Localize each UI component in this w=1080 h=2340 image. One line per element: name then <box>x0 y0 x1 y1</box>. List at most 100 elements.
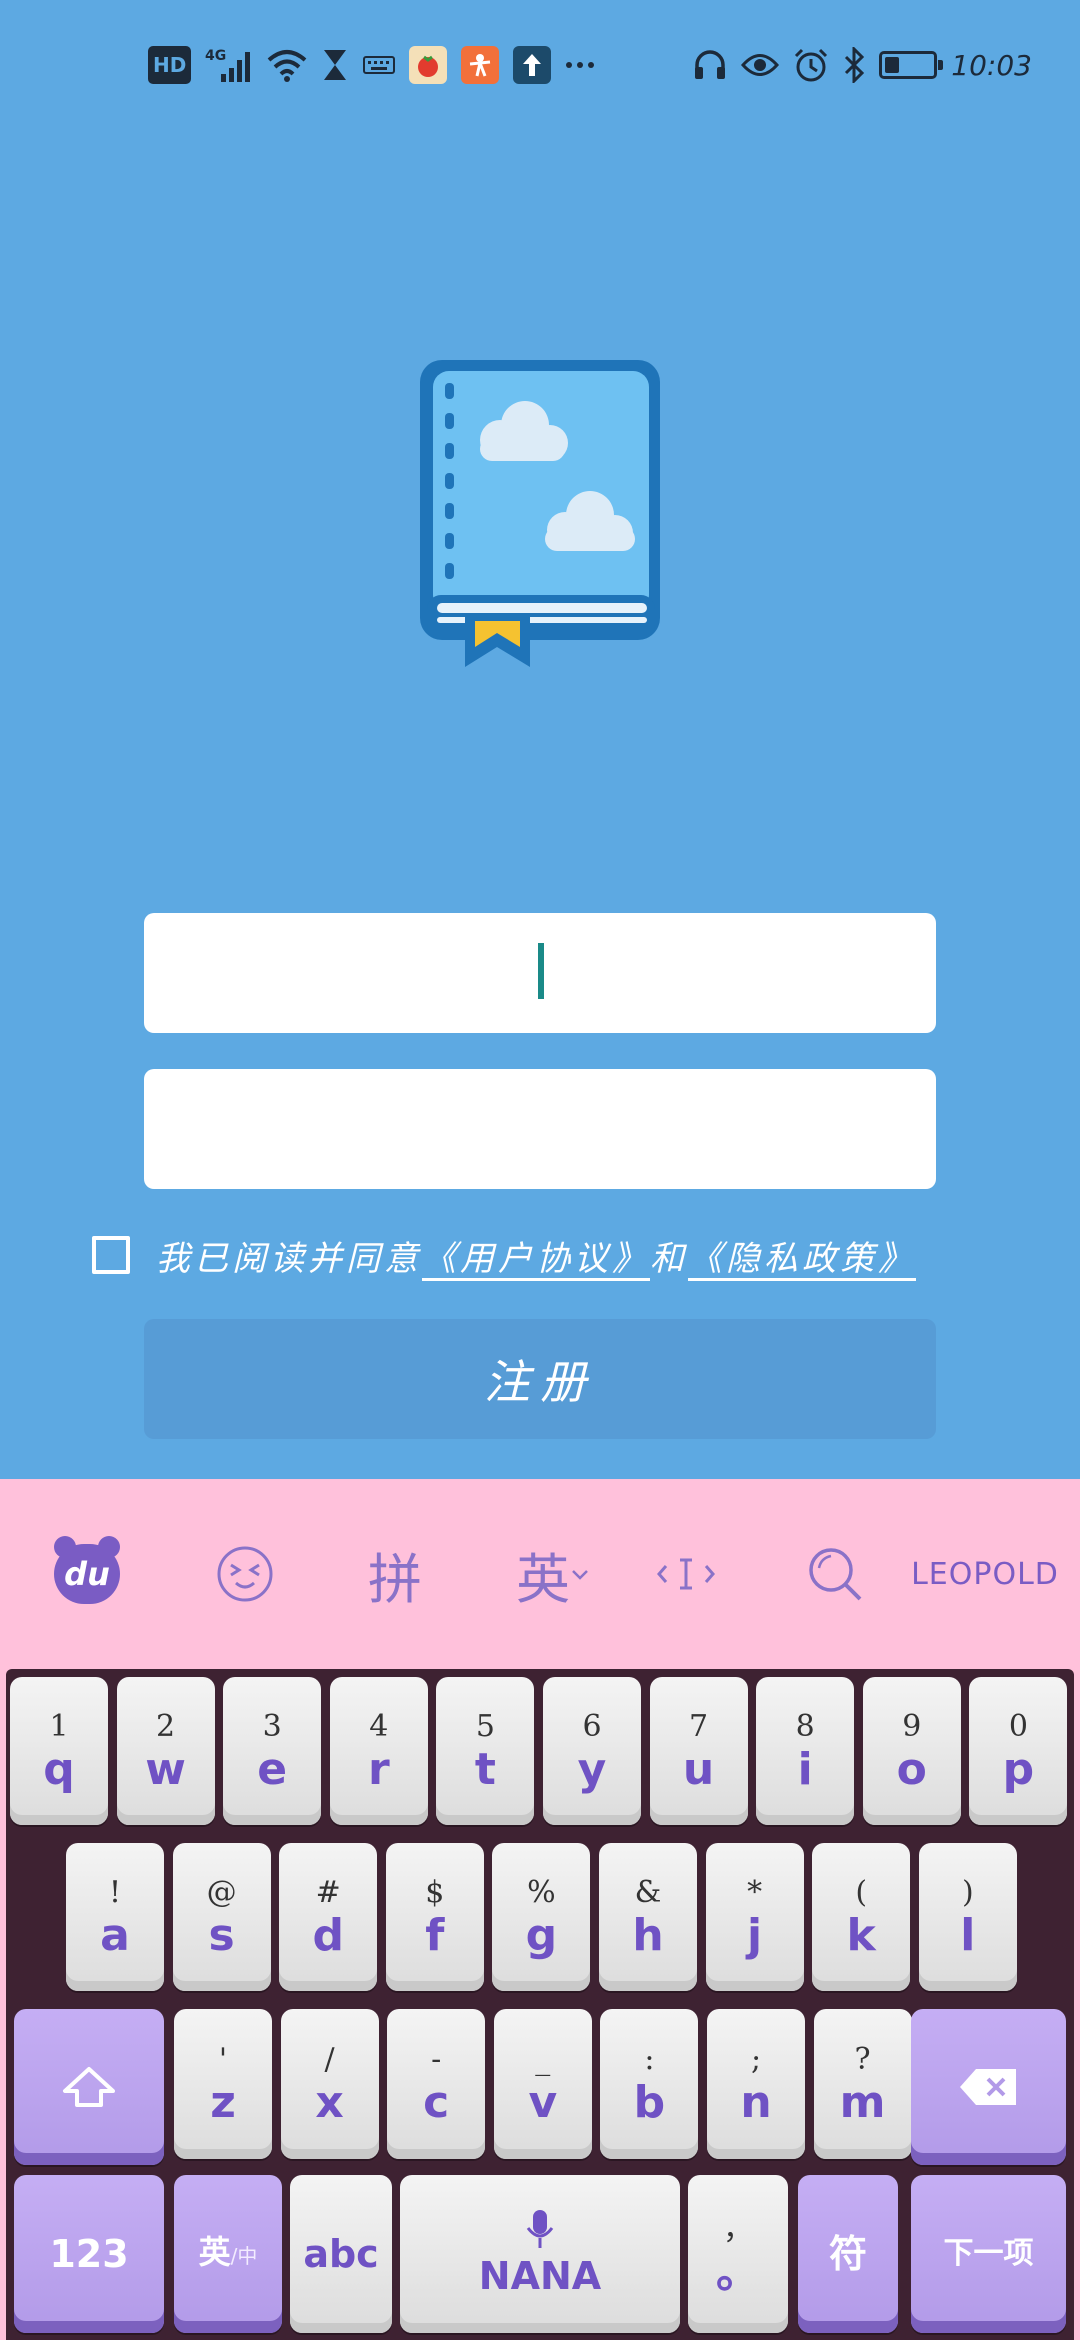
key-label: v <box>528 2077 558 2128</box>
key-label: l <box>960 1910 976 1961</box>
register-button[interactable]: 注册 <box>144 1319 936 1439</box>
abc-key[interactable]: abc <box>290 2175 392 2333</box>
key-b[interactable]: :b <box>600 2009 699 2159</box>
key-label: m <box>839 2077 886 2128</box>
key-y[interactable]: 6y <box>543 1677 641 1825</box>
key-v[interactable]: _ v <box>493 2009 592 2159</box>
key-secondary-label: $ <box>425 1875 445 1910</box>
backspace-key[interactable] <box>911 2009 1066 2165</box>
language-switch-button[interactable]: 英 <box>508 1534 598 1614</box>
app-logo <box>415 355 665 675</box>
key-p[interactable]: 0p <box>969 1677 1068 1825</box>
key-q[interactable]: 1q <box>10 1677 108 1825</box>
key-c[interactable]: -c <box>387 2009 486 2159</box>
agree-prefix: 我已阅读并同意 <box>156 1238 422 1279</box>
key-label: 123 <box>49 2232 129 2276</box>
key-secondary-label: 9 <box>902 1709 922 1744</box>
keyboard-icon <box>363 46 396 84</box>
shift-arrow-icon <box>63 2067 115 2107</box>
key-label: f <box>425 1910 445 1961</box>
agree-and: 和 <box>650 1238 688 1279</box>
key-o[interactable]: 9o <box>862 1677 961 1825</box>
key-label: k <box>846 1910 876 1961</box>
person-app-icon <box>461 46 500 84</box>
key-secondary-label: - <box>431 2042 442 2077</box>
key-s[interactable]: @ s <box>172 1843 271 1991</box>
key-e[interactable]: 3e <box>223 1677 322 1825</box>
cursor-icon <box>657 1558 715 1590</box>
search-button[interactable] <box>800 1534 870 1614</box>
key-w[interactable]: 2w <box>116 1677 215 1825</box>
book-logo-icon <box>420 360 660 667</box>
key-label: z <box>210 2077 236 2128</box>
tomato-app-icon <box>409 46 448 84</box>
upload-app-icon <box>513 46 552 84</box>
keyboard-skin-brand[interactable]: LEOPOLD <box>905 1534 1065 1614</box>
password-input[interactable] <box>144 1069 936 1189</box>
key-r[interactable]: 4r <box>329 1677 428 1825</box>
key-z[interactable]: ' z <box>174 2009 272 2159</box>
pinyin-button[interactable]: 拼 <box>360 1534 430 1614</box>
signal-4g-icon: 4G <box>205 46 253 84</box>
key-secondary-label: : <box>644 2042 655 2077</box>
key-label: c <box>423 2077 450 2128</box>
key-a[interactable]: ! a <box>66 1843 164 1991</box>
key-secondary-label: @ <box>206 1875 237 1910</box>
key-secondary-label: ! <box>108 1875 122 1910</box>
key-f[interactable]: $ f <box>385 1843 484 1991</box>
user-agreement-link[interactable]: 《用户协议》 <box>422 1239 650 1279</box>
hourglass-icon <box>321 46 349 84</box>
key-x[interactable]: / x <box>280 2009 379 2159</box>
key-secondary-label: 5 <box>475 1709 495 1744</box>
key-secondary-label: ; <box>750 2042 762 2077</box>
key-secondary-label: * <box>747 1875 763 1910</box>
key-u[interactable]: 7u <box>649 1677 748 1825</box>
key-n[interactable]: ; n <box>707 2009 805 2159</box>
key-label: s <box>208 1910 235 1961</box>
key-m[interactable]: ? m <box>813 2009 912 2159</box>
key-secondary-label: # <box>315 1875 341 1910</box>
key-d[interactable]: # d <box>279 1843 378 1991</box>
key-label: NANA <box>478 2254 602 2298</box>
key-h[interactable]: & h <box>599 1843 697 1991</box>
key-secondary-label: ( <box>855 1875 868 1910</box>
lang-toggle-key[interactable]: 英/中 <box>174 2175 282 2333</box>
key-t[interactable]: 5t <box>436 1677 535 1825</box>
du-logo-button[interactable]: du <box>52 1534 122 1614</box>
key-label: u <box>682 1744 715 1795</box>
key-label: d <box>312 1910 344 1961</box>
space-key[interactable]: NANA <box>400 2175 680 2333</box>
backspace-icon <box>959 2069 1016 2105</box>
numbers-key[interactable]: 123 <box>14 2175 164 2333</box>
status-bar: HD 4G 10:03 <box>0 0 1080 130</box>
eye-icon <box>741 46 780 84</box>
key-l[interactable]: ) l <box>918 1843 1017 1991</box>
key-label: o <box>896 1744 927 1795</box>
key-label: e <box>257 1744 288 1795</box>
key-secondary-label: 6 <box>582 1709 602 1744</box>
hd-icon: HD <box>148 46 192 84</box>
status-left: HD 4G <box>148 46 595 84</box>
key-label: x <box>315 2077 344 2128</box>
key-secondary-label: 7 <box>689 1709 709 1744</box>
key-label: y <box>577 1744 607 1795</box>
chevron-down-icon <box>572 1570 588 1580</box>
key-j[interactable]: * j <box>705 1843 804 1991</box>
emoji-button[interactable] <box>215 1534 275 1614</box>
key-label: q <box>43 1744 75 1795</box>
next-field-key[interactable]: 下一项 <box>911 2175 1066 2333</box>
key-k[interactable]: (k <box>812 1843 911 1991</box>
shift-key[interactable] <box>14 2009 164 2165</box>
key-label: 。 <box>716 2247 760 2298</box>
symbols-key[interactable]: 符 <box>798 2175 898 2333</box>
key-label: r <box>367 1744 390 1795</box>
key-label: t <box>474 1744 496 1795</box>
punctuation-key[interactable]: ，。 <box>688 2175 788 2333</box>
key-sub-label: /中 <box>230 2244 258 2268</box>
agree-checkbox[interactable] <box>92 1236 130 1274</box>
key-g[interactable]: % g <box>492 1843 591 1991</box>
cursor-move-button[interactable] <box>655 1534 717 1614</box>
key-i[interactable]: 8i <box>756 1677 855 1825</box>
privacy-policy-link[interactable]: 《隐私政策》 <box>688 1239 916 1279</box>
key-secondary-label: _ <box>535 2042 551 2077</box>
